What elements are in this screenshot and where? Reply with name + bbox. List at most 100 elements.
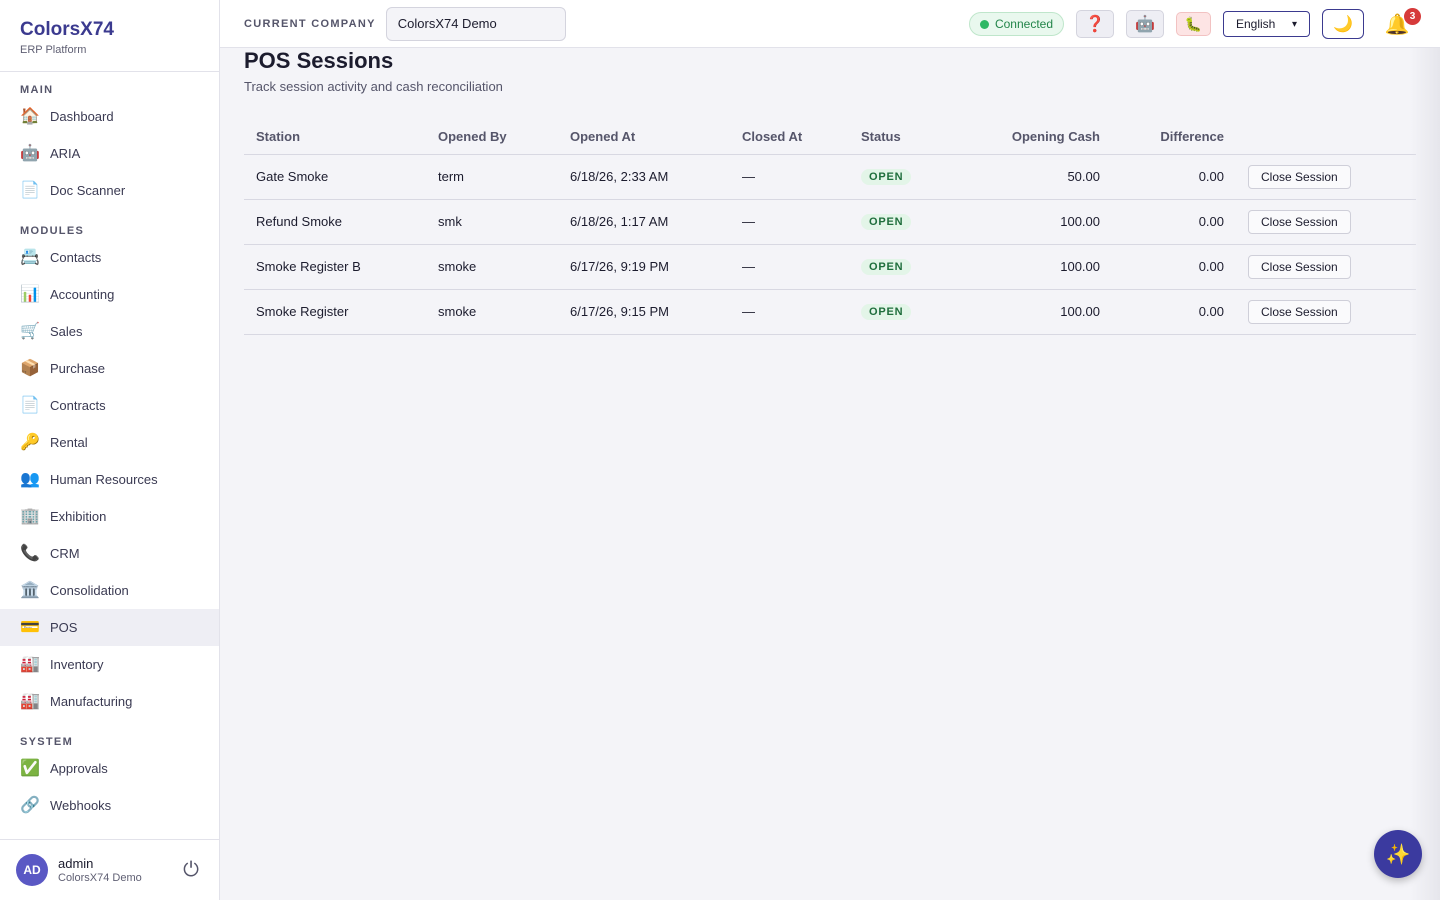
sidebar-item-label: Purchase <box>50 361 105 376</box>
sidebar-item-sales[interactable]: 🛒 Sales <box>0 313 219 350</box>
cell-action: Close Session <box>1236 199 1416 245</box>
cell-difference: 0.00 <box>1112 199 1236 245</box>
sidebar-item-label: Approvals <box>50 761 108 776</box>
sidebar-item-crm[interactable]: 📞 CRM <box>0 535 219 572</box>
sidebar-nav: MAIN 🏠 Dashboard 🤖 ARIA 📄 Doc Scanner MODULES 📇 C… <box>0 72 219 824</box>
sidebar-item-pos[interactable]: 💳 POS <box>0 609 219 646</box>
sidebar-item-contacts[interactable]: 📇 Contacts <box>0 239 219 276</box>
key-icon: 🔑 <box>20 433 40 451</box>
sparkles-icon: ✨ <box>1385 843 1411 866</box>
cell-action: Close Session <box>1236 289 1416 335</box>
column-header-opening-cash: Opening Cash <box>959 119 1112 155</box>
document-icon: 📄 <box>20 181 40 199</box>
cell-action: Close Session <box>1236 154 1416 200</box>
close-session-button[interactable]: Close Session <box>1248 299 1351 324</box>
brand-name[interactable]: ColorsX74 <box>20 20 199 40</box>
cell-opened-by: smoke <box>426 289 558 335</box>
sidebar-item-label: Rental <box>50 435 88 450</box>
company-select[interactable]: ColorsX74 Demo <box>385 6 566 41</box>
sidebar-item-label: Contacts <box>50 250 102 265</box>
sidebar-item-label: Contracts <box>50 398 106 413</box>
cell-station: Gate Smoke <box>244 154 426 200</box>
page-subtitle: Track session activity and cash reconcil… <box>244 79 503 94</box>
cell-opened-at: 6/18/26, 1:17 AM <box>558 199 730 245</box>
sidebar-item-label: Doc Scanner <box>50 183 126 198</box>
theme-toggle-button[interactable]: 🌙 <box>1322 9 1364 39</box>
sidebar-item-doc-scanner[interactable]: 📄 Doc Scanner <box>0 172 219 209</box>
cell-closed-at: — <box>730 244 849 290</box>
close-session-button[interactable]: Close Session <box>1248 164 1351 189</box>
help-button[interactable]: ❓ <box>1076 10 1114 38</box>
document-icon: 📄 <box>20 396 40 414</box>
sidebar-item-purchase[interactable]: 📦 Purchase <box>0 350 219 387</box>
sidebar-item-manufacturing[interactable]: 🏭 Manufacturing <box>0 683 219 720</box>
column-header-station: Station <box>244 119 426 155</box>
page-title: POS Sessions <box>244 48 394 73</box>
building-icon: 🏢 <box>20 507 40 525</box>
cell-action: Close Session <box>1236 244 1416 290</box>
table-row: Refund Smoke smk 6/18/26, 1:17 AM — OPEN 100.… <box>244 199 1416 245</box>
sidebar-item-label: Dashboard <box>50 109 114 124</box>
sidebar-item-human-resources[interactable]: 👥 Human Resources <box>0 461 219 498</box>
robot-icon: 🤖 <box>1135 16 1155 33</box>
factory-icon: 🏭 <box>20 692 40 710</box>
assistant-button[interactable]: 🤖 <box>1126 10 1164 38</box>
sidebar-item-contracts[interactable]: 📄 Contracts <box>0 387 219 424</box>
cell-opened-by: smoke <box>426 244 558 290</box>
cell-opening-cash: 100.00 <box>959 244 1112 290</box>
close-session-button[interactable]: Close Session <box>1248 254 1351 279</box>
table-row: Smoke Register Bsmoke 6/17/26, 9:19 PM — OP… <box>244 244 1416 290</box>
cart-icon: 🛒 <box>20 322 40 340</box>
power-icon[interactable]: ⏻ <box>179 859 203 882</box>
report-bug-button[interactable]: 🐛 <box>1176 12 1211 36</box>
home-icon: 🏠 <box>20 107 40 125</box>
right-edge-shadow <box>1410 48 1440 900</box>
cell-status: OPEN <box>849 289 959 335</box>
user-name: admin <box>58 856 94 871</box>
sidebar-item-label: Sales <box>50 324 83 339</box>
sidebar-item-exhibition[interactable]: 🏢 Exhibition <box>0 498 219 535</box>
sidebar-item-label: Manufacturing <box>50 694 133 709</box>
sidebar-item-accounting[interactable]: 📊 Accounting <box>0 276 219 313</box>
status-badge: OPEN <box>861 304 912 320</box>
bug-icon: 🐛 <box>1184 15 1203 32</box>
language-select[interactable]: English ▾ <box>1223 11 1310 37</box>
status-dot-icon <box>979 19 989 29</box>
bar-chart-icon: 📊 <box>20 285 40 303</box>
cell-status: OPEN <box>849 244 959 290</box>
avatar[interactable]: AD <box>16 854 48 886</box>
sidebar-item-dashboard[interactable]: 🏠 Dashboard <box>0 98 219 135</box>
cell-opened-at: 6/18/26, 2:33 AM <box>558 154 730 200</box>
nav-section-title: MODULES <box>20 225 85 237</box>
sidebar-item-approvals[interactable]: ✅ Approvals <box>0 750 219 787</box>
sidebar: ColorsX74 ERP Platform MAIN 🏠 Dashboard 🤖 AR… <box>0 0 220 900</box>
column-header-actions <box>1236 119 1416 155</box>
people-icon: 👥 <box>20 470 40 488</box>
user-info: admin ColorsX74 Demo <box>58 856 179 884</box>
current-company-label: CURRENT COMPANY <box>244 17 376 30</box>
ai-assistant-fab[interactable]: ✨ <box>1374 830 1422 878</box>
cell-status: OPEN <box>849 154 959 200</box>
brand-subtitle: ERP Platform <box>20 44 87 56</box>
cell-difference: 0.00 <box>1112 244 1236 290</box>
column-header-difference: Difference <box>1112 119 1236 155</box>
sidebar-item-consolidation[interactable]: 🏛️ Consolidation <box>0 572 219 609</box>
sidebar-item-label: POS <box>50 620 78 635</box>
robot-icon: 🤖 <box>20 144 40 162</box>
top-bar-actions: Connected ❓ 🤖 🐛 English ▾ 🌙 🔔 3 <box>968 0 1440 48</box>
sidebar-item-label: Consolidation <box>50 583 129 598</box>
phone-icon: 📞 <box>20 544 40 562</box>
nav-section-title: SYSTEM <box>20 736 74 748</box>
table-row: Gate Smoke term 6/18/26, 2:33 AM — OPEN 50.00… <box>244 154 1416 200</box>
sidebar-item-aria[interactable]: 🤖 ARIA <box>0 135 219 172</box>
notifications-button[interactable]: 🔔 3 <box>1384 8 1421 39</box>
close-session-button[interactable]: Close Session <box>1248 209 1351 234</box>
cell-opened-by: term <box>426 154 558 200</box>
top-bar: CURRENT COMPANY ColorsX74 Demo Connected… <box>220 0 1440 48</box>
sidebar-item-webhooks[interactable]: 🔗 Webhooks <box>0 787 219 824</box>
sidebar-item-rental[interactable]: 🔑 Rental <box>0 424 219 461</box>
sidebar-item-inventory[interactable]: 🏭 Inventory <box>0 646 219 683</box>
nav-section-title: MAIN <box>20 84 54 96</box>
cell-difference: 0.00 <box>1112 289 1236 335</box>
moon-icon: 🌙 <box>1333 16 1353 33</box>
